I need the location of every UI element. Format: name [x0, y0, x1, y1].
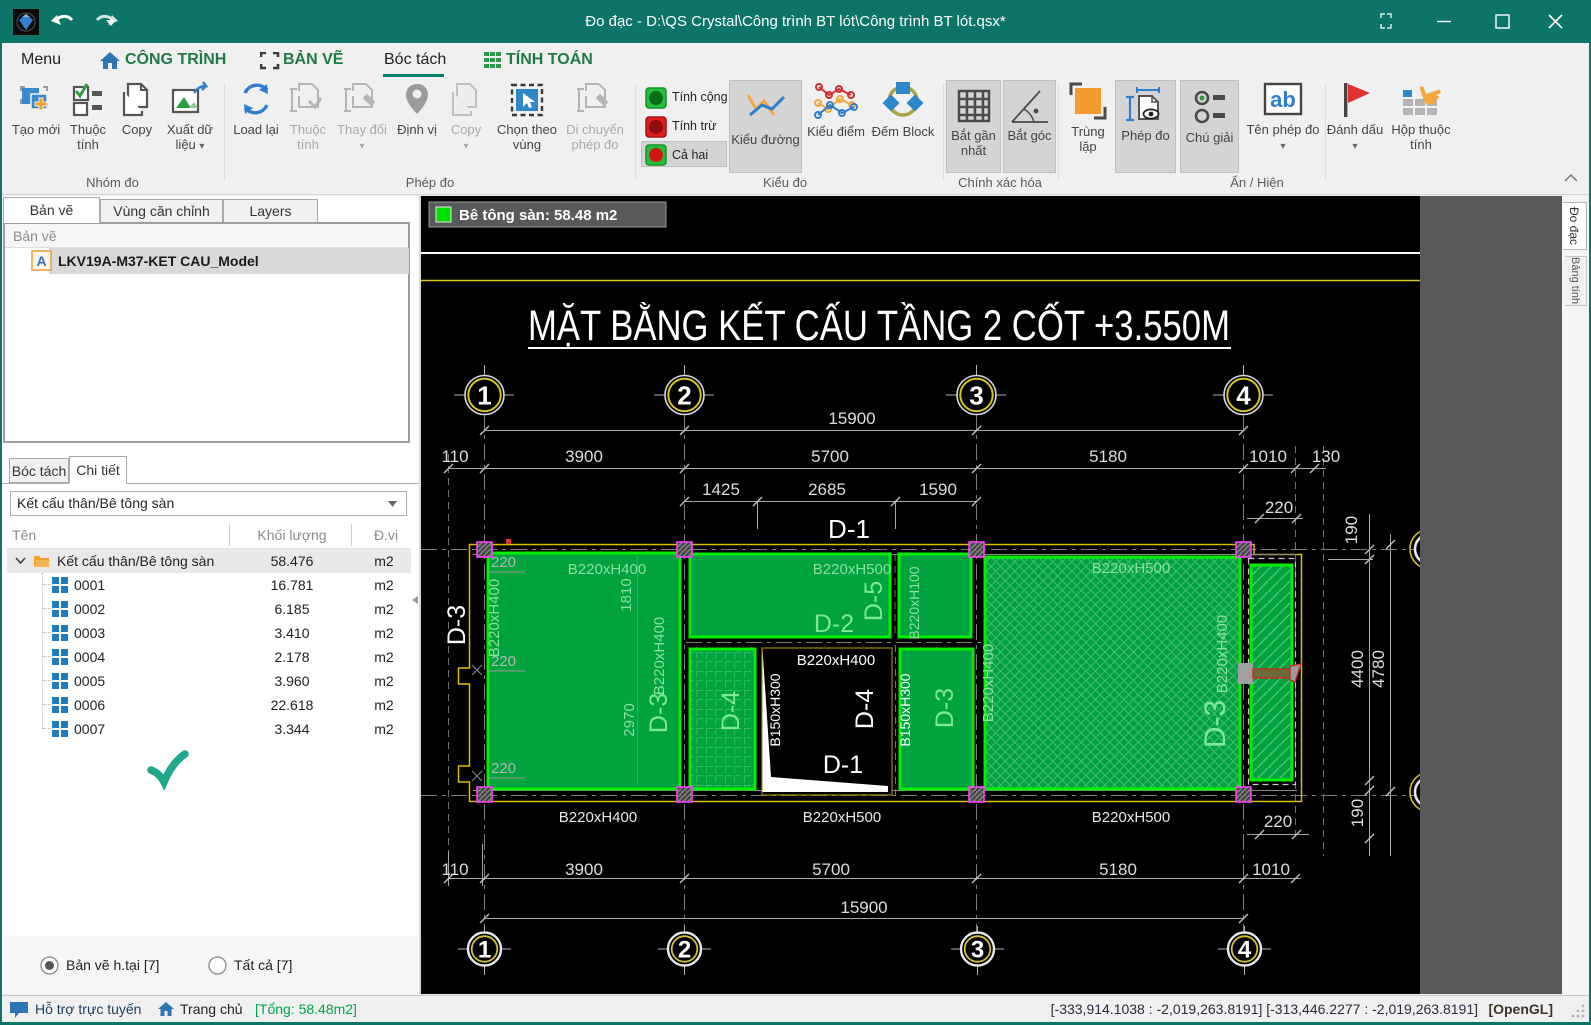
svg-text:B220xH400: B220xH400 — [980, 644, 997, 722]
svg-text:D-3: D-3 — [931, 688, 959, 728]
svg-text:5700: 5700 — [812, 860, 850, 879]
svg-text:220: 220 — [491, 760, 516, 777]
svg-text:2: 2 — [678, 937, 691, 964]
svg-text:1590: 1590 — [919, 480, 957, 499]
svg-text:4: 4 — [1236, 381, 1251, 411]
svg-text:4400: 4400 — [1348, 650, 1367, 688]
svg-text:Bê tông sàn: 58.48 m2: Bê tông sàn: 58.48 m2 — [459, 207, 617, 224]
svg-text:1: 1 — [478, 937, 491, 964]
svg-text:2685: 2685 — [808, 480, 846, 499]
svg-text:15900: 15900 — [840, 898, 887, 917]
svg-text:220: 220 — [1265, 498, 1293, 517]
svg-text:1010: 1010 — [1252, 860, 1290, 879]
svg-text:D-2: D-2 — [814, 610, 854, 638]
svg-text:220: 220 — [491, 653, 516, 670]
svg-text:B220xH400: B220xH400 — [486, 579, 503, 657]
svg-text:D-3: D-3 — [443, 605, 471, 645]
svg-text:2970: 2970 — [621, 703, 638, 736]
svg-text:D-3: D-3 — [645, 693, 673, 733]
svg-text:B220xH400: B220xH400 — [1214, 615, 1231, 693]
svg-text:15900: 15900 — [828, 409, 875, 428]
svg-text:1425: 1425 — [702, 480, 740, 499]
svg-text:B220xH500: B220xH500 — [1092, 560, 1170, 577]
svg-text:ab: ab — [1270, 87, 1296, 112]
svg-text:220: 220 — [491, 554, 516, 571]
svg-text:B220xH400: B220xH400 — [568, 561, 646, 578]
svg-text:D-4: D-4 — [717, 691, 745, 731]
svg-text:B220xH100: B220xH100 — [906, 566, 922, 639]
svg-text:A: A — [36, 253, 46, 269]
svg-text:B220xH400: B220xH400 — [559, 809, 637, 826]
svg-text:110: 110 — [441, 860, 468, 879]
svg-text:2: 2 — [677, 381, 691, 411]
svg-text:1810: 1810 — [618, 578, 635, 611]
svg-text:5180: 5180 — [1089, 447, 1127, 466]
svg-text:D-5: D-5 — [860, 581, 888, 621]
svg-text:220: 220 — [1264, 812, 1292, 831]
svg-text:1010: 1010 — [1249, 447, 1287, 466]
svg-text:B150xH300: B150xH300 — [767, 673, 783, 746]
svg-text:D-4: D-4 — [851, 689, 879, 729]
svg-text:5180: 5180 — [1099, 860, 1137, 879]
svg-text:3900: 3900 — [565, 447, 603, 466]
svg-text:D-1: D-1 — [823, 751, 863, 779]
svg-text:3900: 3900 — [565, 860, 603, 879]
svg-text:3: 3 — [969, 381, 983, 411]
svg-text:B220xH500: B220xH500 — [803, 809, 881, 826]
svg-text:D-3: D-3 — [1199, 700, 1232, 748]
svg-text:B220xH500: B220xH500 — [1092, 809, 1170, 826]
svg-text:130: 130 — [1312, 447, 1340, 466]
svg-text:D-1: D-1 — [828, 514, 870, 544]
svg-text:5700: 5700 — [811, 447, 849, 466]
svg-text:4: 4 — [1238, 937, 1252, 964]
svg-text:B220xH400: B220xH400 — [651, 617, 668, 695]
svg-text:B220xH400: B220xH400 — [797, 652, 875, 669]
svg-text:4780: 4780 — [1369, 650, 1388, 688]
svg-text:110: 110 — [441, 447, 468, 466]
svg-text:B150xH300: B150xH300 — [897, 673, 913, 746]
svg-text:MẶT BẰNG KẾT CẤU TẦNG 2 CỐT +3: MẶT BẰNG KẾT CẤU TẦNG 2 CỐT +3.550M — [528, 301, 1230, 350]
svg-text:1: 1 — [477, 381, 491, 411]
svg-text:B220xH500: B220xH500 — [813, 561, 891, 578]
svg-text:3: 3 — [971, 937, 984, 964]
svg-text:190: 190 — [1342, 516, 1361, 544]
svg-text:190: 190 — [1348, 799, 1367, 827]
